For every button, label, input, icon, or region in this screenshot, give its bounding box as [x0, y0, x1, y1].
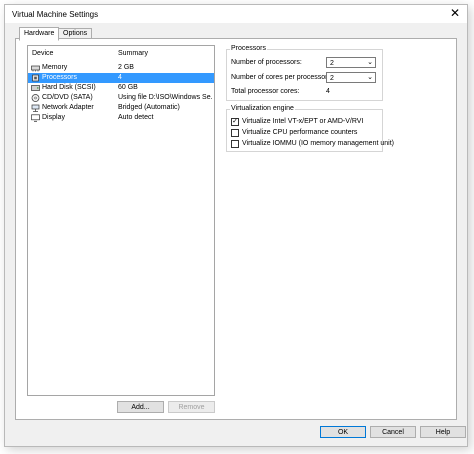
- virtualize-vtx-option[interactable]: ✓ Virtualize Intel VT-x/EPT or AMD-V/RVI: [227, 118, 382, 128]
- device-row-network-adapter[interactable]: Network Adapter Bridged (Automatic): [28, 103, 214, 113]
- display-icon: [31, 114, 40, 122]
- device-summary: Using file D:\ISO\Windows Se...: [118, 94, 212, 101]
- title-bar: Virtual Machine Settings ✕: [5, 5, 467, 23]
- total-cores-label: Total processor cores:: [231, 88, 300, 95]
- processors-group: Processors Number of processors: 2 ⌄ Num…: [226, 45, 383, 101]
- device-name: Network Adapter: [42, 104, 94, 111]
- remove-device-button[interactable]: Remove: [168, 401, 215, 413]
- virtualization-engine-group: Virtualization engine ✓ Virtualize Intel…: [226, 105, 394, 152]
- device-summary: 4: [118, 74, 122, 81]
- cd-dvd-icon: [31, 94, 40, 102]
- device-name: Hard Disk (SCSI): [42, 84, 96, 91]
- device-column-header[interactable]: Device: [32, 50, 53, 57]
- num-processors-label: Number of processors:: [231, 59, 302, 66]
- memory-icon: [31, 65, 40, 72]
- cores-per-processor-label: Number of cores per processor:: [231, 74, 330, 81]
- hard-disk-icon: [31, 85, 40, 91]
- summary-column-header[interactable]: Summary: [118, 50, 148, 57]
- device-summary: 2 GB: [118, 64, 134, 71]
- device-name: Memory: [42, 64, 68, 71]
- cores-per-processor-select[interactable]: 2 ⌄: [326, 72, 376, 83]
- virtualize-cpu-counters-label: Virtualize CPU performance counters: [242, 129, 358, 136]
- chevron-down-icon: ⌄: [367, 59, 373, 66]
- help-button[interactable]: Help: [420, 426, 466, 438]
- device-summary: Auto detect: [118, 114, 154, 121]
- virtualize-vtx-label: Virtualize Intel VT-x/EPT or AMD-V/RVI: [242, 118, 364, 125]
- network-adapter-icon: [31, 104, 40, 112]
- virtualize-cpu-counters-option[interactable]: Virtualize CPU performance counters: [227, 129, 382, 139]
- chevron-down-icon: ⌄: [367, 74, 373, 81]
- device-row-cd-dvd[interactable]: CD/DVD (SATA) Using file D:\ISO\Windows …: [28, 93, 214, 103]
- device-row-processors[interactable]: Processors 4: [28, 73, 214, 83]
- device-name: CD/DVD (SATA): [42, 94, 93, 101]
- cores-per-processor-value: 2: [330, 75, 334, 82]
- device-name: Display: [42, 114, 65, 121]
- tab-hardware[interactable]: Hardware: [19, 27, 60, 41]
- device-list[interactable]: Device Summary Memory 2 GB Processors 4 …: [27, 45, 215, 396]
- window-title: Virtual Machine Settings: [12, 10, 99, 19]
- num-processors-select[interactable]: 2 ⌄: [326, 57, 376, 68]
- processors-group-title: Processors: [230, 45, 268, 52]
- processor-icon: [32, 74, 39, 82]
- device-summary: 60 GB: [118, 84, 138, 91]
- close-icon[interactable]: ✕: [450, 7, 460, 19]
- device-summary: Bridged (Automatic): [118, 104, 180, 111]
- device-row-hard-disk[interactable]: Hard Disk (SCSI) 60 GB: [28, 83, 214, 93]
- virtualize-vtx-checkbox[interactable]: ✓: [231, 118, 239, 126]
- device-row-display[interactable]: Display Auto detect: [28, 113, 214, 123]
- ok-button[interactable]: OK: [320, 426, 366, 438]
- device-row-memory[interactable]: Memory 2 GB: [28, 63, 214, 73]
- virtualize-cpu-counters-checkbox[interactable]: [231, 129, 239, 137]
- device-name: Processors: [42, 74, 78, 81]
- num-processors-value: 2: [330, 60, 334, 67]
- add-device-button[interactable]: Add...: [117, 401, 164, 413]
- virtualize-iommu-checkbox[interactable]: [231, 140, 239, 148]
- virtualization-group-title: Virtualization engine: [230, 105, 295, 112]
- cancel-button[interactable]: Cancel: [370, 426, 416, 438]
- virtualize-iommu-label: Virtualize IOMMU (IO memory management u…: [242, 140, 394, 147]
- total-cores-value: 4: [326, 88, 330, 95]
- virtualize-iommu-option[interactable]: Virtualize IOMMU (IO memory management u…: [227, 140, 394, 150]
- device-list-header: Device Summary: [28, 50, 214, 60]
